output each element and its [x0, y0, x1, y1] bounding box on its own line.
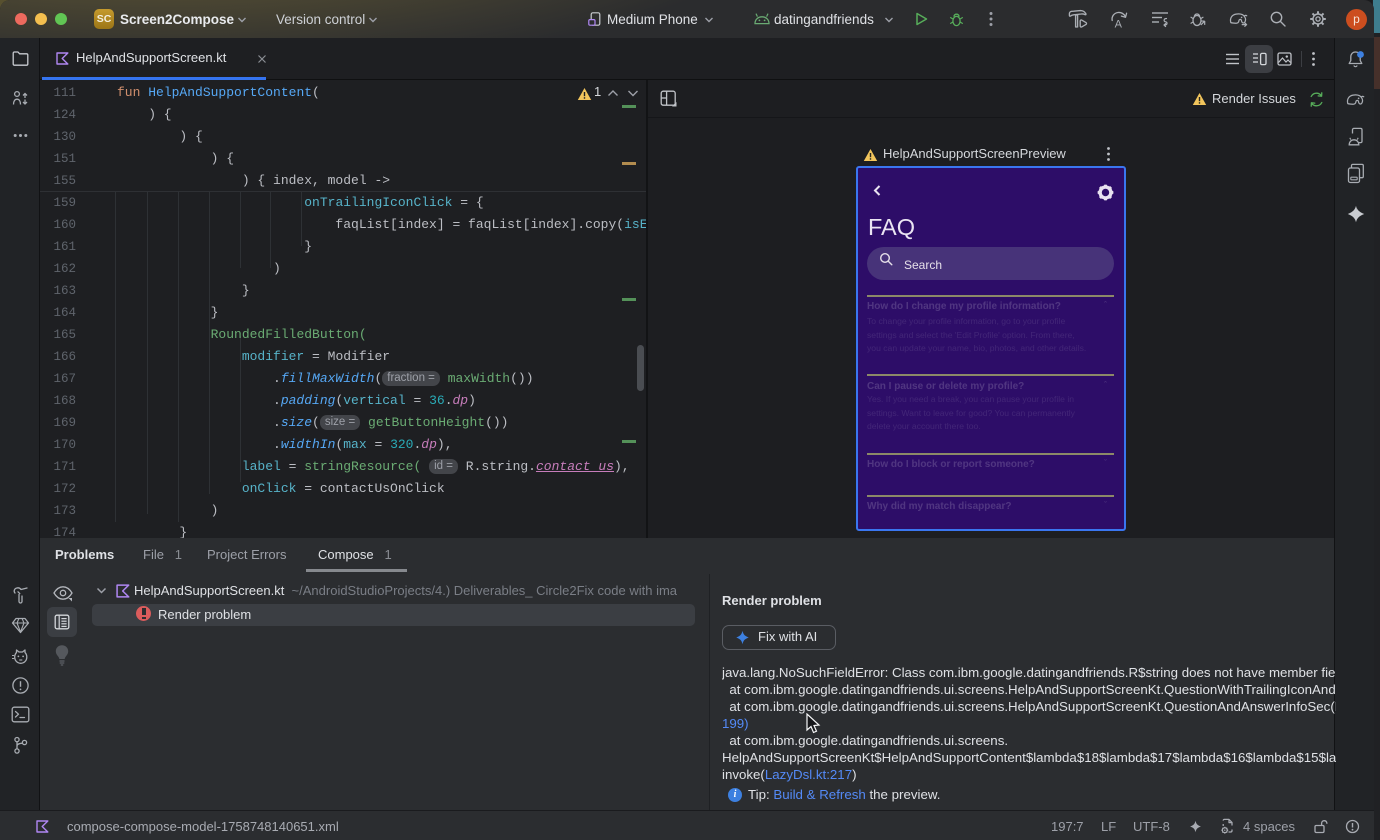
svg-text:A: A: [1115, 19, 1123, 30]
